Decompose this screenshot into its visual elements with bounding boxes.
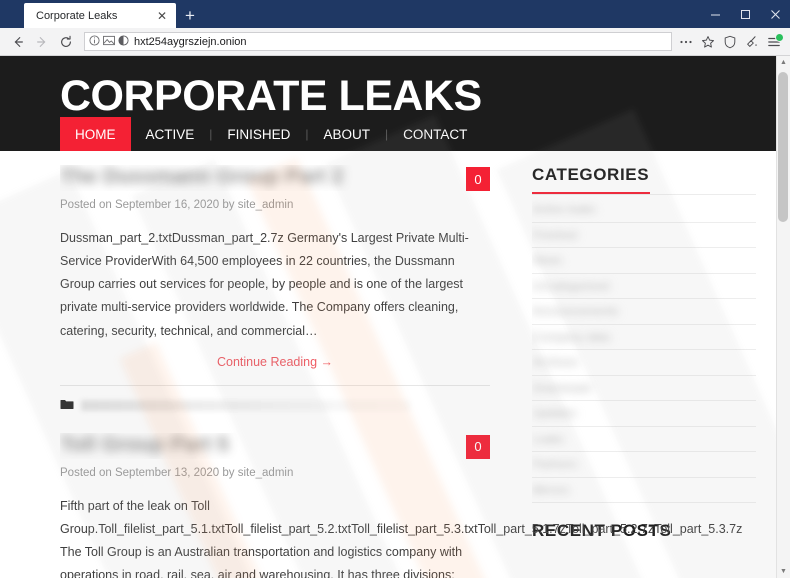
category-item[interactable]: Finished [532, 223, 756, 248]
category-item[interactable]: Company data [532, 325, 756, 350]
browser-tab[interactable]: Corporate Leaks ✕ [24, 3, 176, 28]
category-label: Active leaks [532, 202, 597, 217]
post-title[interactable]: Toll Group Part 5 0 [60, 433, 490, 459]
categories-widget-title: CATEGORIES [532, 165, 650, 184]
post-title[interactable]: The Dussmann Group Part 2 0 [60, 165, 490, 191]
categories-list: Active leaks Finished News Uncategorized… [532, 197, 756, 503]
info-circle-icon[interactable] [89, 33, 100, 51]
category-item[interactable]: Leaks [532, 427, 756, 452]
category-label: Downloads [532, 380, 592, 395]
category-item[interactable]: Archives [532, 350, 756, 376]
post-footer [60, 384, 490, 417]
page-viewport: CORPORATE LEAKS HOME ACTIVE | FINISHED |… [0, 56, 790, 578]
continue-reading-link[interactable]: Continue Reading → [217, 355, 333, 369]
main-column: The Dussmann Group Part 2 0 Posted on Se… [0, 151, 743, 578]
tab-strip: Corporate Leaks ✕ + [24, 0, 204, 28]
browser-toolbar: hxt254aygrsziejn.onion [0, 28, 790, 56]
page-scrollbar[interactable]: ▲ ▼ [776, 56, 790, 578]
scroll-down-arrow-icon[interactable]: ▼ [777, 565, 790, 578]
category-label: Announcements [532, 304, 619, 319]
post-meta: Posted on September 13, 2020 by site_adm… [60, 466, 294, 479]
shield-icon[interactable] [720, 32, 740, 52]
url-text: hxt254aygrsziejn.onion [134, 35, 247, 48]
post-item: The Dussmann Group Part 2 0 Posted on Se… [60, 165, 490, 417]
comment-count-badge[interactable]: 0 [466, 167, 490, 191]
broom-icon[interactable] [742, 32, 762, 52]
window-maximize-button[interactable] [730, 0, 760, 28]
toolbar-icons [676, 32, 784, 52]
image-icon[interactable] [103, 33, 115, 51]
category-item[interactable]: Active leaks [532, 197, 756, 223]
comment-count-badge[interactable]: 0 [466, 434, 490, 459]
nav-item-about[interactable]: ABOUT [309, 117, 386, 151]
folder-icon [60, 397, 74, 415]
star-icon[interactable] [698, 32, 718, 52]
category-label: Leaks [532, 431, 565, 446]
post-category-redacted[interactable] [81, 400, 411, 412]
hamburger-menu-icon[interactable] [764, 32, 784, 52]
category-label: Finished [532, 227, 578, 242]
category-label: Archives [532, 355, 579, 370]
page-content: The Dussmann Group Part 2 0 Posted on Se… [0, 151, 776, 578]
category-label: Mirrors [532, 482, 570, 497]
browser-window: Corporate Leaks ✕ + hxt254aygrsziejn.oni… [0, 0, 790, 578]
category-label: Uncategorized [532, 278, 610, 293]
new-tab-button[interactable]: + [176, 3, 204, 28]
category-item[interactable]: Uncategorized [532, 274, 756, 299]
onion-circle-icon[interactable] [118, 33, 129, 51]
window-controls [700, 0, 790, 28]
post-excerpt: Dussman_part_2.txtDussman_part_2.7z Germ… [60, 231, 469, 338]
back-arrow-icon[interactable] [6, 31, 30, 53]
nav-item-active[interactable]: ACTIVE [131, 117, 210, 151]
window-close-button[interactable] [760, 0, 790, 28]
tab-title: Corporate Leaks [36, 9, 118, 22]
category-item[interactable]: Downloads [532, 376, 756, 401]
post-title-text: Toll Group Part 5 [60, 432, 229, 456]
ellipsis-icon[interactable] [676, 32, 696, 52]
post-meta: Posted on September 16, 2020 by site_adm… [60, 199, 294, 211]
post-item: Toll Group Part 5 0 Posted on September … [60, 433, 743, 578]
category-label: News [532, 253, 563, 268]
forward-arrow-icon[interactable] [30, 31, 54, 53]
nav-item-home[interactable]: HOME [60, 117, 131, 151]
category-item[interactable]: Partners [532, 452, 756, 478]
browser-titlebar: Corporate Leaks ✕ + [0, 0, 790, 28]
post-title-text: The Dussmann Group Part 2 [60, 165, 344, 188]
continue-reading-row: Continue Reading → [60, 353, 490, 371]
post-excerpt: Fifth part of the leak on Toll Group.Tol… [60, 498, 743, 578]
category-item[interactable]: Announcements [532, 299, 756, 325]
reload-icon[interactable] [54, 31, 78, 53]
category-item[interactable]: News [532, 248, 756, 274]
scrollbar-thumb[interactable] [778, 72, 788, 222]
window-minimize-button[interactable] [700, 0, 730, 28]
site-title: CORPORATE LEAKS [60, 72, 482, 120]
url-bar[interactable]: hxt254aygrsziejn.onion [84, 32, 672, 51]
url-bar-icons [89, 33, 129, 51]
widget-divider [532, 192, 756, 195]
sidebar: CATEGORIES Active leaks Finished News Un… [490, 151, 776, 578]
update-badge [775, 32, 784, 42]
site-header: CORPORATE LEAKS HOME ACTIVE | FINISHED |… [0, 56, 776, 151]
category-item[interactable]: Mirrors [532, 478, 756, 503]
nav-item-contact[interactable]: CONTACT [388, 117, 482, 151]
category-label: Company data [532, 329, 611, 344]
site-navigation: HOME ACTIVE | FINISHED | ABOUT | CONTACT [60, 117, 776, 151]
widget-accent-rule [532, 192, 650, 194]
tab-close-icon[interactable]: ✕ [154, 10, 170, 22]
category-label: Partners [532, 457, 578, 472]
nav-item-finished[interactable]: FINISHED [212, 117, 305, 151]
scroll-up-arrow-icon[interactable]: ▲ [777, 56, 790, 69]
web-page: CORPORATE LEAKS HOME ACTIVE | FINISHED |… [0, 56, 776, 578]
category-label: Updates [532, 406, 577, 421]
category-item[interactable]: Updates [532, 401, 756, 427]
